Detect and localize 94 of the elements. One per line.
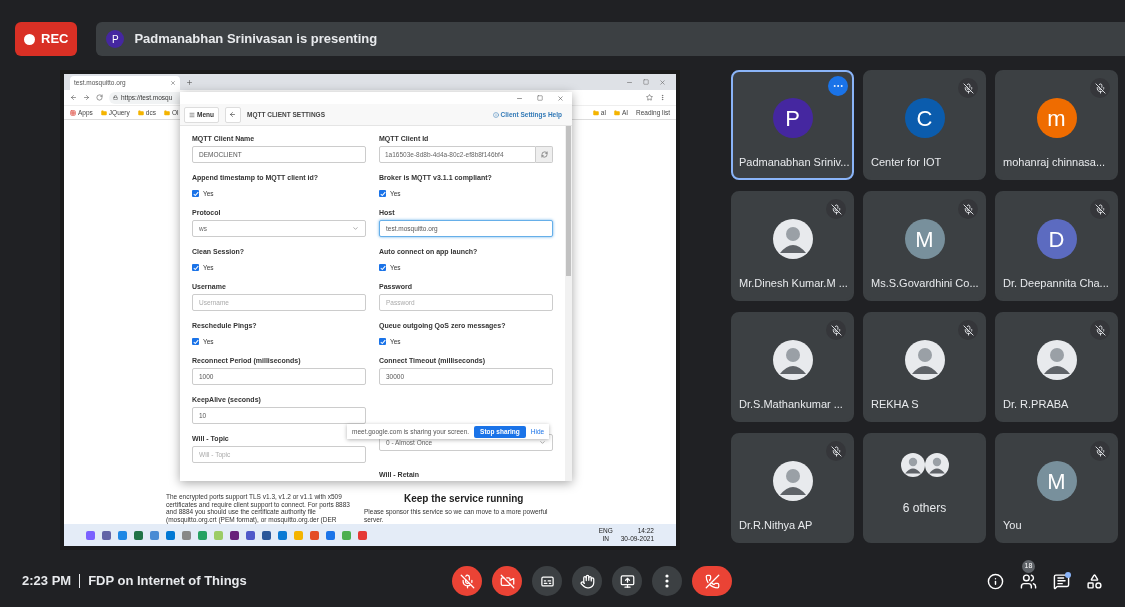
- captions-icon: [539, 573, 555, 589]
- forward-icon[interactable]: [83, 94, 90, 101]
- checkbox[interactable]: [379, 338, 386, 345]
- participant-tile[interactable]: M Ms.S.Govardhini Co...: [863, 191, 986, 301]
- more-options-icon[interactable]: [828, 76, 848, 96]
- menu-icon: [189, 111, 195, 118]
- page-heading: Keep the service running: [403, 493, 525, 505]
- avatar: D: [1036, 219, 1077, 259]
- checkbox[interactable]: [192, 338, 199, 345]
- participant-name: Center for IOT: [871, 154, 942, 170]
- avatar: M: [904, 219, 945, 259]
- participant-tile[interactable]: m mohanraj chinnasa...: [995, 70, 1118, 180]
- participant-name: mohanraj chinnasa...: [1003, 154, 1106, 170]
- participant-name: Dr. Deepannita Cha...: [1003, 275, 1109, 291]
- close-icon[interactable]: [659, 78, 666, 86]
- participant-name: Dr.R.Nithya AP: [739, 517, 813, 533]
- folder-icon: [137, 109, 144, 116]
- presenting-text: Padmanabhan Srinivasan is presenting: [134, 30, 378, 49]
- checkbox[interactable]: [192, 190, 199, 197]
- presenter-avatar: P: [106, 30, 125, 48]
- participant-tile[interactable]: M You: [995, 433, 1118, 543]
- checkbox[interactable]: [379, 264, 386, 271]
- meeting-time: 2:23 PM: [22, 572, 72, 591]
- avatar: C: [904, 98, 945, 138]
- participant-name: Mr.Dinesh Kumar.M ...: [739, 275, 848, 291]
- folder-icon: [163, 109, 170, 116]
- present-button[interactable]: [612, 566, 642, 596]
- chevron-down-icon: [539, 439, 546, 446]
- participant-tile[interactable]: C Center for IOT: [863, 70, 986, 180]
- participant-name: Dr. R.PRABA: [1003, 396, 1069, 412]
- participant-name: Dr.S.Mathankumar ...: [739, 396, 843, 412]
- more-options-button[interactable]: [652, 566, 682, 596]
- participant-name: You: [1003, 517, 1022, 533]
- avatar-silhouette-icon: [772, 461, 813, 501]
- present-screen-icon: [619, 573, 635, 589]
- lock-icon: [113, 95, 118, 100]
- camera-off-icon: [499, 573, 515, 589]
- people-icon[interactable]: [1020, 573, 1037, 590]
- raise-hand-button[interactable]: [572, 566, 602, 596]
- participant-name: Ms.S.Govardhini Co...: [871, 275, 979, 291]
- participant-tile[interactable]: Dr.S.Mathankumar ...: [731, 312, 854, 422]
- participant-tile[interactable]: Dr.R.Nithya AP: [731, 433, 854, 543]
- end-call-button[interactable]: [692, 566, 732, 596]
- maximize-icon[interactable]: [537, 95, 543, 101]
- chat-icon[interactable]: [1053, 572, 1070, 590]
- participant-tile[interactable]: Mr.Dinesh Kumar.M ...: [731, 191, 854, 301]
- participant-tile[interactable]: 6 others: [863, 433, 986, 543]
- avatar: P: [772, 98, 813, 138]
- refresh-button[interactable]: [536, 146, 553, 163]
- scrollbar[interactable]: [565, 126, 572, 481]
- participant-name: 6 others: [901, 500, 948, 517]
- avatar-silhouette-icon: [900, 453, 925, 477]
- participant-name: Padmanabhan Sriniv...: [739, 154, 850, 170]
- info-icon[interactable]: [987, 572, 1004, 590]
- participant-tile[interactable]: Dr. R.PRABA: [995, 312, 1118, 422]
- more-vertical-icon: [665, 574, 669, 588]
- hang-up-icon: [704, 573, 720, 589]
- participant-tile[interactable]: D Dr. Deepannita Cha...: [995, 191, 1118, 301]
- avatar-silhouette-icon: [1036, 340, 1077, 380]
- chevron-down-icon: [352, 225, 359, 232]
- reload-icon[interactable]: [96, 94, 103, 101]
- participant-name: REKHA S: [871, 396, 919, 412]
- avatar-silhouette-icon: [772, 219, 813, 259]
- participant-tile[interactable]: REKHA S: [863, 312, 986, 422]
- info-icon: [492, 111, 499, 118]
- avatar-silhouette-icon: [924, 453, 949, 477]
- avatar-silhouette-icon: [772, 340, 813, 380]
- avatar: m: [1036, 98, 1077, 138]
- apps-grid-icon: [70, 109, 76, 116]
- back-button[interactable]: [225, 106, 241, 123]
- maximize-icon[interactable]: [643, 78, 649, 85]
- captions-button[interactable]: [532, 566, 562, 596]
- folder-icon: [613, 109, 620, 116]
- hand-icon: [579, 573, 595, 589]
- checkbox[interactable]: [379, 190, 386, 197]
- camera-off-button[interactable]: [492, 566, 522, 596]
- folder-icon: [592, 109, 599, 116]
- avatar: M: [1036, 461, 1077, 501]
- back-icon[interactable]: [70, 94, 77, 101]
- mic-off-icon: [459, 573, 475, 589]
- folder-icon: [100, 109, 107, 116]
- recording-badge[interactable]: REC: [15, 22, 78, 56]
- activities-icon[interactable]: [1086, 572, 1103, 590]
- avatar-silhouette-icon: [904, 340, 945, 380]
- meeting-title: FDP on Internet of Things: [88, 572, 247, 591]
- star-icon[interactable]: [646, 94, 653, 101]
- close-icon[interactable]: [170, 80, 176, 86]
- mic-off-button[interactable]: [452, 566, 482, 596]
- close-icon[interactable]: [557, 94, 564, 102]
- checkbox[interactable]: [192, 264, 199, 271]
- refresh-icon: [540, 151, 548, 158]
- back-arrow-icon: [229, 111, 237, 118]
- new-tab-icon[interactable]: [186, 78, 193, 86]
- participant-tile[interactable]: P Padmanabhan Sriniv...: [731, 70, 854, 180]
